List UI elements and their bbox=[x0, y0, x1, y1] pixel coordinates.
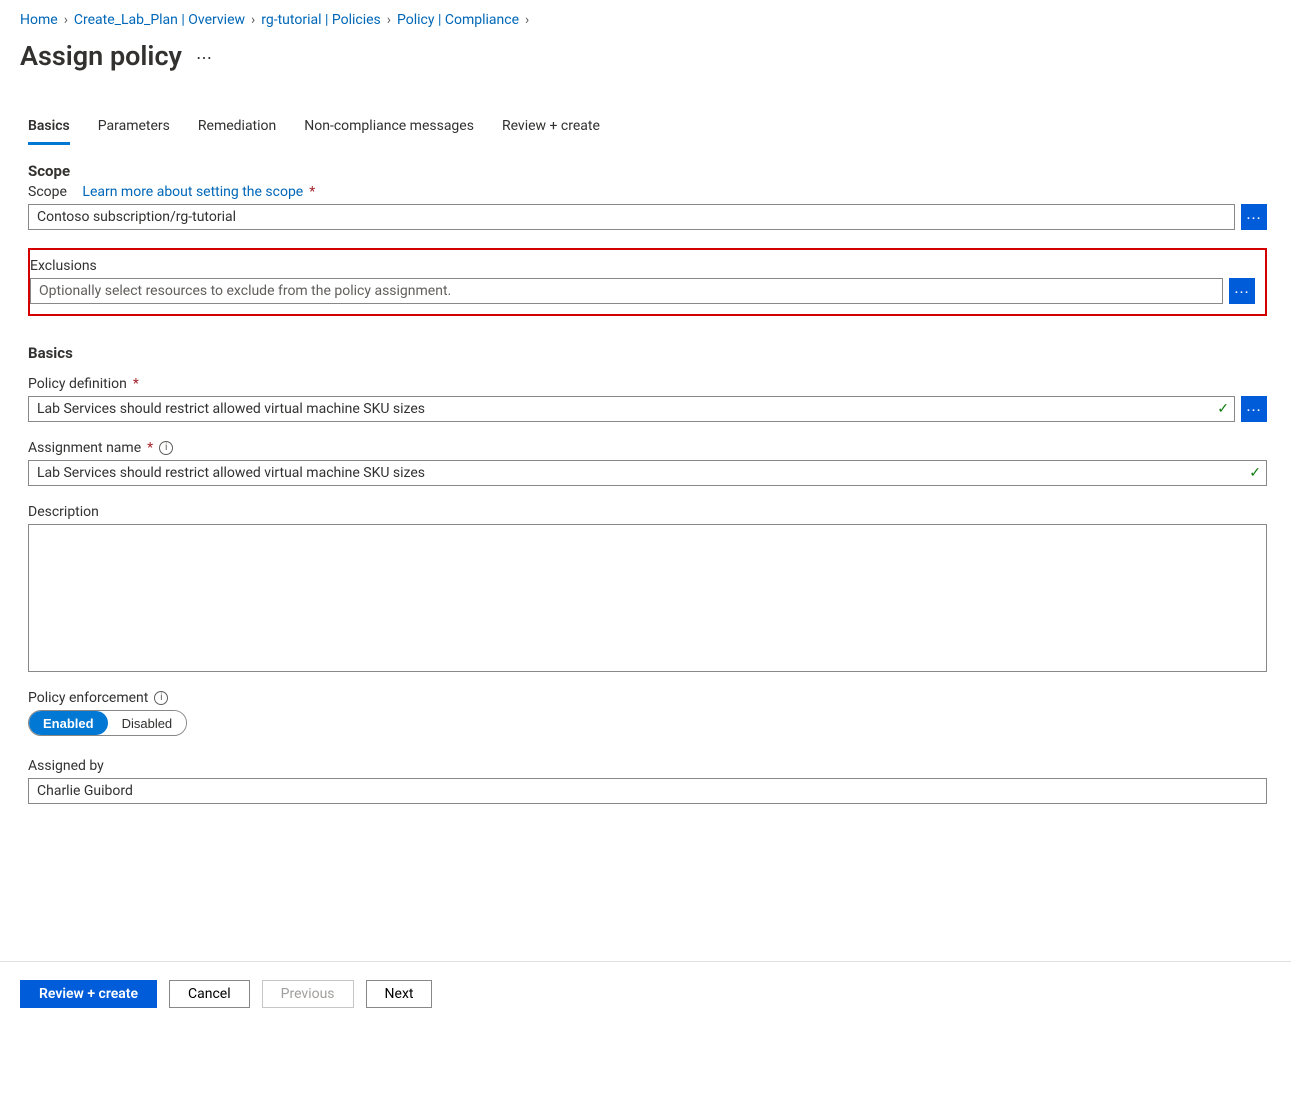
tab-noncompliance[interactable]: Non-compliance messages bbox=[304, 112, 474, 144]
next-button[interactable]: Next bbox=[366, 980, 433, 1008]
previous-button[interactable]: Previous bbox=[262, 980, 354, 1008]
scope-heading: Scope bbox=[28, 162, 1267, 180]
tab-strip: Basics Parameters Remediation Non-compli… bbox=[28, 112, 1267, 144]
policy-definition-label: Policy definition bbox=[28, 376, 127, 392]
assigned-by-input[interactable] bbox=[28, 778, 1267, 804]
tab-remediation[interactable]: Remediation bbox=[198, 112, 276, 144]
required-icon: * bbox=[309, 184, 315, 200]
description-input[interactable] bbox=[28, 524, 1267, 672]
enforcement-enabled-button[interactable]: Enabled bbox=[29, 711, 108, 735]
breadcrumb: Home › Create_Lab_Plan | Overview › rg-t… bbox=[20, 12, 1267, 28]
description-label: Description bbox=[28, 504, 99, 520]
breadcrumb-item-compliance[interactable]: Policy | Compliance bbox=[397, 12, 519, 28]
enforcement-toggle: Enabled Disabled bbox=[28, 710, 187, 736]
info-icon[interactable]: i bbox=[154, 691, 168, 705]
scope-input[interactable] bbox=[28, 204, 1235, 230]
assignment-name-label: Assignment name bbox=[28, 440, 141, 456]
breadcrumb-item-lab-plan[interactable]: Create_Lab_Plan | Overview bbox=[74, 12, 245, 28]
scope-picker-button[interactable]: … bbox=[1241, 204, 1267, 230]
tab-review[interactable]: Review + create bbox=[502, 112, 600, 144]
tab-parameters[interactable]: Parameters bbox=[98, 112, 170, 144]
enforcement-label: Policy enforcement bbox=[28, 690, 148, 706]
page-title: Assign policy bbox=[20, 40, 182, 72]
scope-label: Scope bbox=[28, 184, 67, 200]
assigned-by-label: Assigned by bbox=[28, 758, 104, 774]
cancel-button[interactable]: Cancel bbox=[169, 980, 250, 1008]
exclusions-picker-button[interactable]: … bbox=[1229, 278, 1255, 304]
chevron-icon: › bbox=[64, 12, 68, 28]
scope-learn-more-link[interactable]: Learn more about setting the scope bbox=[82, 184, 303, 200]
chevron-icon: › bbox=[525, 12, 529, 28]
more-actions-icon[interactable]: ⋯ bbox=[196, 42, 214, 67]
tab-basics[interactable]: Basics bbox=[28, 112, 70, 144]
enforcement-disabled-button[interactable]: Disabled bbox=[108, 711, 187, 735]
required-icon: * bbox=[147, 440, 153, 456]
chevron-icon: › bbox=[387, 12, 391, 28]
assignment-name-input[interactable] bbox=[28, 460, 1267, 486]
breadcrumb-item-home[interactable]: Home bbox=[20, 12, 58, 28]
exclusions-highlight: Exclusions … bbox=[28, 248, 1267, 316]
review-create-button[interactable]: Review + create bbox=[20, 980, 157, 1008]
required-icon: * bbox=[133, 376, 139, 392]
exclusions-input[interactable] bbox=[30, 278, 1223, 304]
info-icon[interactable]: i bbox=[159, 441, 173, 455]
policy-definition-input[interactable] bbox=[28, 396, 1235, 422]
exclusions-label: Exclusions bbox=[30, 258, 97, 274]
breadcrumb-item-rg-policies[interactable]: rg-tutorial | Policies bbox=[261, 12, 381, 28]
policy-definition-picker-button[interactable]: … bbox=[1241, 396, 1267, 422]
basics-heading: Basics bbox=[28, 344, 1267, 362]
chevron-icon: › bbox=[251, 12, 255, 28]
wizard-footer: Review + create Cancel Previous Next bbox=[0, 961, 1291, 1118]
